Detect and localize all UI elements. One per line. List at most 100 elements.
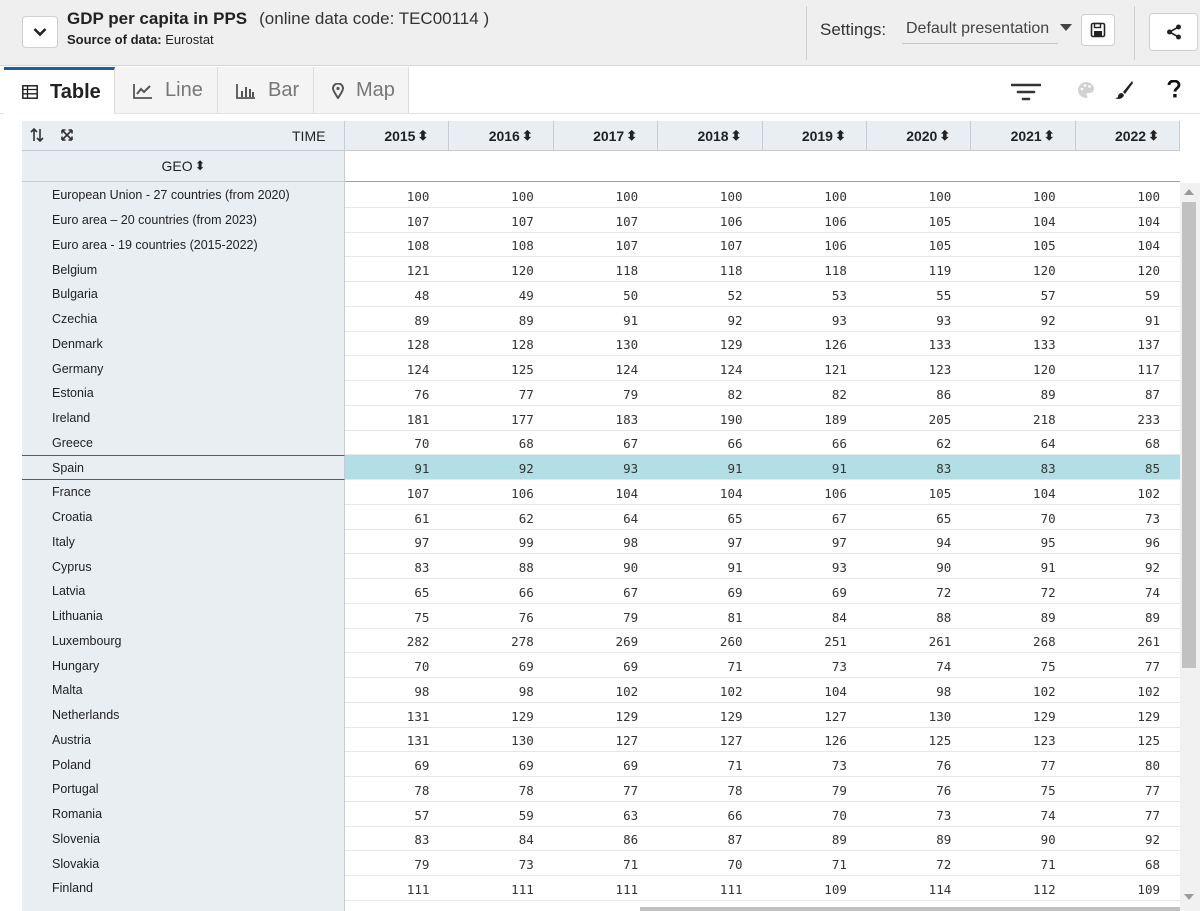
table-cell[interactable]: 123 xyxy=(971,728,1056,752)
table-cell[interactable]: 81 xyxy=(658,604,742,628)
geo-row-label[interactable]: Slovakia xyxy=(22,851,345,876)
table-cell[interactable]: 104 xyxy=(554,480,639,504)
table-cell[interactable]: 57 xyxy=(971,282,1056,306)
horizontal-scroll-thumb[interactable] xyxy=(640,907,1180,911)
table-cell[interactable]: 111 xyxy=(554,876,639,900)
table-cell[interactable]: 102 xyxy=(554,678,639,702)
table-cell[interactable]: 129 xyxy=(1076,703,1160,727)
table-cell[interactable]: 100 xyxy=(449,183,534,207)
table-cell[interactable]: 66 xyxy=(658,431,742,455)
table-cell[interactable]: 83 xyxy=(345,827,429,851)
table-cell[interactable]: 83 xyxy=(867,455,951,479)
table-cell[interactable]: 98 xyxy=(449,678,534,702)
table-cell[interactable]: 127 xyxy=(763,703,847,727)
table-row[interactable]: Poland 69 69 69 71 73 76 77 80 xyxy=(22,752,1180,777)
geo-row-label[interactable]: Euro area - 19 countries (2015-2022) xyxy=(22,232,345,258)
table-cell[interactable]: 108 xyxy=(449,233,534,257)
vertical-scroll-thumb[interactable] xyxy=(1182,202,1196,668)
table-cell[interactable]: 100 xyxy=(867,183,952,207)
table-cell[interactable]: 107 xyxy=(554,208,639,232)
table-cell[interactable]: 79 xyxy=(763,777,847,801)
table-cell[interactable]: 282 xyxy=(345,629,430,653)
table-row[interactable]: Hungary 70 69 69 71 73 74 75 77 xyxy=(22,653,1180,678)
table-row[interactable]: Luxembourg 282 278 269 260 251 261 268 261 xyxy=(22,628,1180,654)
table-cell[interactable]: 77 xyxy=(1076,802,1160,826)
table-cell[interactable]: 62 xyxy=(867,431,951,455)
geo-row-label[interactable]: Portugal xyxy=(22,777,345,802)
table-cell[interactable]: 92 xyxy=(1076,827,1160,851)
table-cell[interactable]: 79 xyxy=(345,851,429,875)
table-row[interactable]: Romania 57 59 63 66 70 73 74 77 xyxy=(22,801,1180,827)
geo-row-label[interactable]: Estonia xyxy=(22,381,345,406)
table-cell[interactable]: 251 xyxy=(763,629,847,653)
table-row[interactable]: Netherlands 131 129 129 129 127 130 129 129 xyxy=(22,702,1180,728)
geo-row-label[interactable]: Hungary xyxy=(22,653,345,678)
scroll-up-icon[interactable] xyxy=(1184,189,1194,195)
table-cell[interactable]: 104 xyxy=(658,480,743,504)
table-cell[interactable]: 77 xyxy=(971,752,1056,776)
table-cell[interactable]: 125 xyxy=(1076,728,1160,752)
table-cell[interactable]: 68 xyxy=(1076,431,1160,455)
table-row[interactable]: Germany 124 125 124 124 121 123 120 117 xyxy=(22,356,1180,381)
table-row[interactable]: Portugal 78 78 77 78 79 76 75 77 xyxy=(22,777,1180,802)
table-cell[interactable]: 84 xyxy=(449,827,534,851)
table-cell[interactable]: 105 xyxy=(867,208,952,232)
table-cell[interactable]: 102 xyxy=(971,678,1056,702)
table-cell[interactable]: 118 xyxy=(658,257,743,281)
table-cell[interactable]: 102 xyxy=(1076,480,1160,504)
table-cell[interactable]: 129 xyxy=(971,703,1056,727)
geo-row-label[interactable]: Cyprus xyxy=(22,554,345,579)
table-cell[interactable]: 73 xyxy=(867,802,951,826)
table-cell[interactable]: 117 xyxy=(1076,356,1160,380)
table-row[interactable]: Slovakia 79 73 71 70 71 72 71 68 xyxy=(22,851,1180,876)
table-cell[interactable]: 71 xyxy=(763,851,847,875)
table-cell[interactable]: 108 xyxy=(345,233,430,257)
table-cell[interactable]: 130 xyxy=(867,703,952,727)
table-row[interactable]: Croatia 61 62 64 65 67 65 70 73 xyxy=(22,504,1180,530)
table-cell[interactable]: 94 xyxy=(867,530,951,554)
table-cell[interactable]: 128 xyxy=(449,332,534,356)
table-cell[interactable]: 111 xyxy=(658,876,743,900)
table-cell[interactable]: 79 xyxy=(554,604,638,628)
table-cell[interactable]: 78 xyxy=(345,777,429,801)
table-cell[interactable]: 67 xyxy=(763,505,847,529)
sort-icon[interactable]: ⬍ xyxy=(417,128,428,144)
table-cell[interactable]: 102 xyxy=(1076,678,1160,702)
table-cell[interactable]: 121 xyxy=(345,257,430,281)
table-cell[interactable]: 107 xyxy=(449,208,534,232)
sort-icon[interactable]: ⬍ xyxy=(522,128,533,144)
table-cell[interactable]: 97 xyxy=(658,530,742,554)
table-cell[interactable]: 71 xyxy=(971,851,1056,875)
brush-style-button[interactable] xyxy=(1113,79,1135,101)
year-column-header[interactable]: 2016 ⬍ xyxy=(449,121,554,151)
table-cell[interactable]: 100 xyxy=(1076,183,1160,207)
table-cell[interactable]: 90 xyxy=(867,554,951,578)
table-cell[interactable]: 268 xyxy=(971,629,1056,653)
geo-row-label[interactable]: Greece xyxy=(22,430,345,456)
table-cell[interactable]: 76 xyxy=(867,752,951,776)
table-cell[interactable]: 69 xyxy=(554,752,638,776)
table-cell[interactable]: 125 xyxy=(449,356,534,380)
table-cell[interactable]: 100 xyxy=(763,183,847,207)
table-cell[interactable]: 181 xyxy=(345,406,430,430)
year-column-header[interactable]: 2019 ⬍ xyxy=(763,121,867,151)
table-cell[interactable]: 65 xyxy=(867,505,951,529)
table-cell[interactable]: 104 xyxy=(971,208,1056,232)
table-cell[interactable]: 189 xyxy=(763,406,847,430)
table-cell[interactable]: 53 xyxy=(763,282,847,306)
table-cell[interactable]: 83 xyxy=(345,554,429,578)
table-cell[interactable]: 112 xyxy=(971,876,1056,900)
table-cell[interactable]: 107 xyxy=(345,480,430,504)
year-column-header[interactable]: 2017 ⬍ xyxy=(554,121,659,151)
table-cell[interactable]: 177 xyxy=(449,406,534,430)
table-cell[interactable]: 91 xyxy=(658,455,742,479)
table-cell[interactable]: 92 xyxy=(1076,554,1160,578)
table-cell[interactable]: 114 xyxy=(867,876,952,900)
table-cell[interactable]: 218 xyxy=(971,406,1056,430)
table-cell[interactable]: 124 xyxy=(658,356,743,380)
table-row[interactable]: Finland 111 111 111 111 109 114 112 109 xyxy=(22,876,1180,901)
table-cell[interactable]: 59 xyxy=(1076,282,1160,306)
table-cell[interactable]: 121 xyxy=(763,356,847,380)
table-cell[interactable]: 96 xyxy=(1076,530,1160,554)
table-cell[interactable]: 100 xyxy=(971,183,1056,207)
